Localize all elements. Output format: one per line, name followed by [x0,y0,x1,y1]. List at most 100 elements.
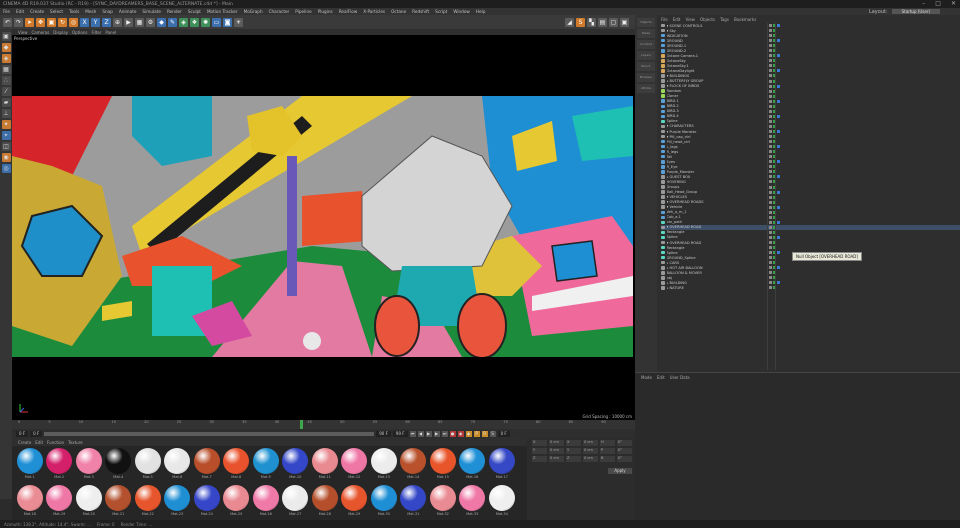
object-name[interactable]: R_legs [667,150,779,154]
material-preview[interactable] [370,448,397,474]
coordinate-field[interactable]: 0 cm [583,440,598,446]
layer-dot-icon[interactable] [769,114,772,118]
object-name[interactable]: ▾ OVERHEAD ROADS [667,200,779,204]
playhead[interactable] [300,420,303,429]
layer-dot-icon[interactable] [769,256,772,260]
tag-icon[interactable] [777,235,780,239]
object-name[interactable]: OctaneSky [667,59,779,63]
viewport-solo-icon[interactable]: ◎ [1,164,11,173]
menu-window[interactable]: Window [450,9,473,14]
menu-realflow[interactable]: RealFlow [336,9,361,14]
object-name[interactable]: ▸ BUTTERFLY GROUP [667,79,779,83]
tag-icon[interactable] [777,241,780,244]
layer-dot-icon[interactable] [769,246,772,250]
attribute-menu-edit[interactable]: Edit [657,375,665,380]
object-list[interactable]: ▾ SCENE CONTROLS ▾ Sky INDICATION GROUND… [661,23,960,370]
layer-dot-icon[interactable] [769,39,772,43]
material-preview[interactable] [75,448,102,474]
object-menu-view[interactable]: View [685,17,695,22]
layer-dot-icon[interactable] [769,94,772,98]
material-menu-edit[interactable]: Edit [35,440,43,445]
material-preview[interactable] [223,485,250,511]
layer-dot-icon[interactable] [769,79,772,83]
tag-icon[interactable] [777,256,780,259]
record-icon[interactable]: ● [449,430,456,437]
tweak-mode-icon[interactable]: ✦ [1,120,11,129]
viewport[interactable]: Perspective Grid Spacing: 10000 cm [12,35,635,420]
axis-mode-icon[interactable]: ⊥ [1,109,11,118]
material-swatch[interactable]: Mat.10 [281,446,311,483]
tag-icon[interactable] [777,135,780,138]
object-name[interactable]: BIRD.4 [667,114,779,118]
layer-dot-icon[interactable] [769,124,772,128]
material-preview[interactable] [105,485,132,511]
object-name[interactable]: ▸ CARS [667,261,779,265]
layer-dot-icon[interactable] [769,241,772,245]
edges-mode-icon[interactable]: ⁄ [1,87,11,96]
material-swatch[interactable]: Mat.27 [281,483,311,520]
tag-icon[interactable] [777,39,780,43]
material-swatch[interactable]: Mat.5 [133,446,163,483]
menu-script[interactable]: Script [432,9,450,14]
material-swatch[interactable]: Mat.14 [399,446,429,483]
previous-key-icon[interactable]: ◀ [417,430,424,437]
object-name[interactable]: ▾ BUILDINGS [667,74,779,78]
object-name[interactable]: ▸ HOT AIR BALLOON [667,266,779,270]
object-name[interactable]: Pill_head_ctrl [667,140,779,144]
layer-dot-icon[interactable] [769,54,772,58]
floor-icon[interactable]: ▭ [212,17,221,27]
play-icon[interactable]: ▶ [425,430,432,437]
render-settings-icon[interactable]: ⚙ [146,17,155,27]
layer-dot-icon[interactable] [769,266,772,270]
tag-icon[interactable] [777,186,780,189]
tag-icon[interactable] [777,220,780,224]
menu-simulate[interactable]: Simulate [139,9,164,14]
render-view-icon[interactable]: ▶ [124,17,133,27]
layer-dot-icon[interactable] [769,220,772,224]
apply-button[interactable]: Apply [608,468,632,474]
texture-mode-icon[interactable]: ◈ [1,54,11,63]
material-swatch[interactable]: Mat.32 [428,483,458,520]
tag-icon[interactable] [777,155,780,158]
side-tab-layers[interactable]: Layers [637,51,655,60]
snapping-icon[interactable]: ⌖ [1,131,11,140]
menu-create[interactable]: Create [27,9,47,14]
last-tool-icon[interactable]: ◎ [69,17,78,27]
layer-dot-icon[interactable] [769,109,772,113]
material-preview[interactable] [488,485,515,511]
object-name[interactable]: ▾ OVERHEAD ROAD [667,241,779,245]
layer-dot-icon[interactable] [769,276,772,280]
frame-range-slider[interactable] [44,431,375,436]
position-key-icon[interactable]: P [473,430,480,437]
solo-icon[interactable]: ◉ [1,153,11,162]
material-preview[interactable] [16,448,43,474]
coordinate-system-icon[interactable]: ⊕ [113,17,122,27]
layout-value[interactable]: Startup (User) [891,9,940,14]
cube-icon[interactable]: ◆ [157,17,166,27]
menu-redshift[interactable]: Redshift [409,9,432,14]
material-preview[interactable] [400,485,427,511]
object-name[interactable]: Purple_Monster [667,170,779,174]
layer-dot-icon[interactable] [769,104,772,108]
layer-dot-icon[interactable] [769,185,772,189]
object-name[interactable]: GROUND_Spline [667,256,779,260]
layer-dot-icon[interactable] [769,175,772,179]
menu-file[interactable]: File [0,9,13,14]
layer-dot-icon[interactable] [769,215,772,219]
viewport-menu-cameras[interactable]: Cameras [32,30,50,35]
tag-icon[interactable] [777,105,780,108]
material-swatch[interactable]: Mat.12 [340,446,370,483]
material-swatch[interactable]: Mat.17 [487,446,517,483]
script-icon[interactable]: S [576,17,585,27]
material-swatch[interactable]: Mat.3 [74,446,104,483]
polygons-mode-icon[interactable]: ▰ [1,98,11,107]
material-preview[interactable] [459,485,486,511]
material-swatch[interactable]: Mat.26 [251,483,281,520]
object-name[interactable]: ▾ Purple Monster [667,130,779,134]
layer-dot-icon[interactable] [769,271,772,275]
material-swatch[interactable]: Mat.34 [487,483,517,520]
object-name[interactable]: ▾ FLOCK OF BIRDS [667,84,779,88]
tag-icon[interactable] [777,286,780,289]
material-preview[interactable] [282,448,309,474]
object-name[interactable]: ▸ BUILDING [667,281,779,285]
